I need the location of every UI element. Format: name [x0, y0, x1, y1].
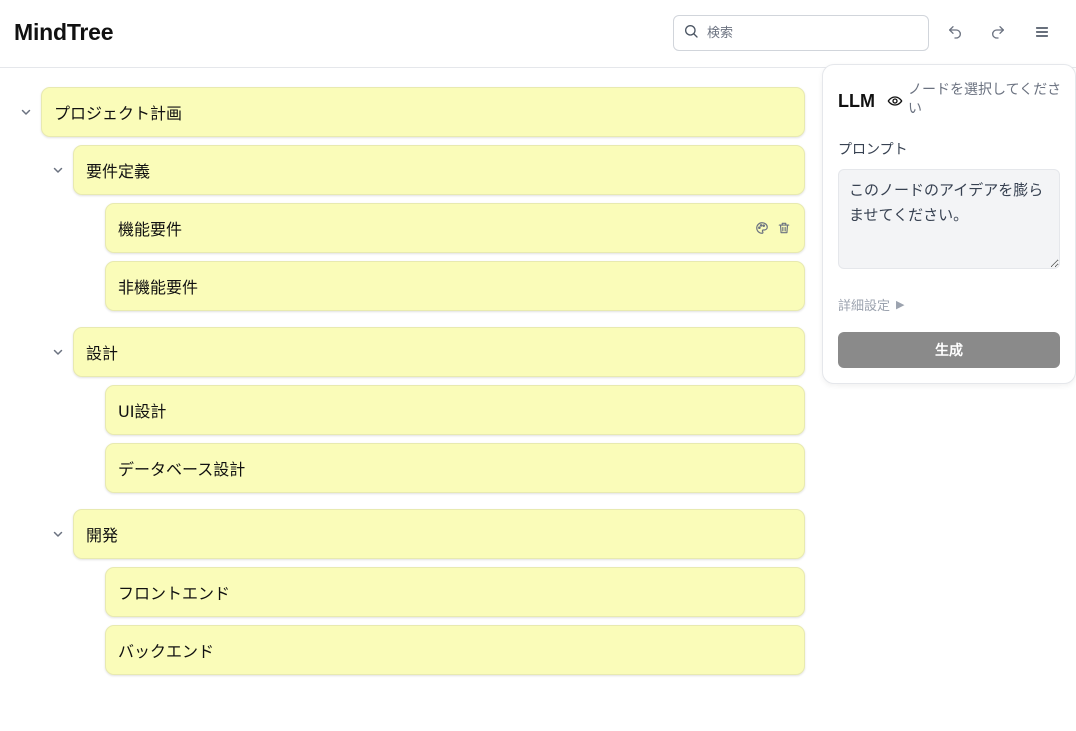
- undo-icon: [947, 24, 963, 43]
- tree-row: 非機能要件: [0, 261, 820, 311]
- tree-row: 要件定義: [0, 145, 820, 195]
- node-label: 要件定義: [86, 162, 151, 181]
- caret-right-icon: ▶: [896, 298, 905, 311]
- app-header: MindTree: [0, 0, 1076, 68]
- search-input[interactable]: [707, 18, 917, 48]
- tree-row: プロジェクト計画: [0, 87, 820, 137]
- tree-row: データベース設計: [0, 443, 820, 493]
- tree-row: バックエンド: [0, 625, 820, 675]
- llm-panel-title: LLM: [838, 91, 875, 111]
- tree-node[interactable]: データベース設計: [105, 443, 805, 493]
- eye-icon: [887, 93, 905, 111]
- advanced-settings-label: 詳細設定: [838, 299, 891, 314]
- tree-node[interactable]: 設計: [73, 327, 805, 377]
- node-label: UI設計: [118, 402, 167, 421]
- mindtree-app: MindTree 検索 プロジェクト計画 要件定義 機能要件 非機能要件 設計 …: [0, 0, 1076, 731]
- tree-node[interactable]: UI設計: [105, 385, 805, 435]
- node-label: バックエンド: [118, 642, 215, 661]
- redo-icon: [990, 24, 1006, 43]
- node-label: データベース設計: [118, 460, 246, 479]
- node-actions: [754, 220, 792, 236]
- llm-panel: LLM ノードを選択してください プロンプト このノードのアイデアを膨らませてく…: [822, 64, 1076, 384]
- chevron-down-icon: [20, 103, 32, 122]
- prompt-label: プロンプト: [838, 142, 908, 158]
- selection-hint: ノードを選択してください: [908, 82, 1062, 117]
- generate-button[interactable]: 生成: [838, 332, 1060, 368]
- collapse-toggle[interactable]: [50, 162, 66, 178]
- node-label: フロントエンド: [118, 584, 231, 603]
- tree-row: 設計: [0, 327, 820, 377]
- menu-button[interactable]: [1029, 20, 1055, 46]
- tree-row: 開発: [0, 509, 820, 559]
- advanced-settings-toggle[interactable]: 詳細設定 ▶: [838, 295, 904, 314]
- tree-node[interactable]: 非機能要件: [105, 261, 805, 311]
- trash-icon[interactable]: [776, 220, 792, 236]
- mind-tree: プロジェクト計画 要件定義 機能要件 非機能要件 設計 UI設計 データベース設…: [0, 68, 820, 731]
- chevron-down-icon: [52, 343, 64, 362]
- node-label: 非機能要件: [118, 278, 199, 297]
- collapse-toggle[interactable]: [50, 344, 66, 360]
- chevron-down-icon: [52, 161, 64, 180]
- tree-node[interactable]: 開発: [73, 509, 805, 559]
- palette-icon[interactable]: [754, 220, 770, 236]
- collapse-toggle[interactable]: [18, 104, 34, 120]
- node-label: 開発: [86, 526, 119, 545]
- tree-node[interactable]: フロントエンド: [105, 567, 805, 617]
- redo-button[interactable]: [985, 20, 1011, 46]
- prompt-textarea[interactable]: このノードのアイデアを膨らませてください。: [838, 169, 1060, 269]
- node-label: プロジェクト計画: [54, 104, 183, 123]
- app-title: MindTree: [14, 19, 114, 45]
- chevron-down-icon: [52, 525, 64, 544]
- node-label: 設計: [86, 344, 119, 363]
- node-label: 機能要件: [118, 220, 183, 239]
- collapse-toggle[interactable]: [50, 526, 66, 542]
- tree-node[interactable]: プロジェクト計画: [41, 87, 805, 137]
- tree-node[interactable]: 要件定義: [73, 145, 805, 195]
- undo-button[interactable]: [942, 20, 968, 46]
- tree-node[interactable]: バックエンド: [105, 625, 805, 675]
- tree-row: UI設計: [0, 385, 820, 435]
- search-box[interactable]: [673, 15, 929, 51]
- tree-row: フロントエンド: [0, 567, 820, 617]
- tree-row: 機能要件: [0, 203, 820, 253]
- hamburger-menu-icon: [1034, 24, 1050, 43]
- tree-node[interactable]: 機能要件: [105, 203, 805, 253]
- search-icon: [683, 23, 699, 43]
